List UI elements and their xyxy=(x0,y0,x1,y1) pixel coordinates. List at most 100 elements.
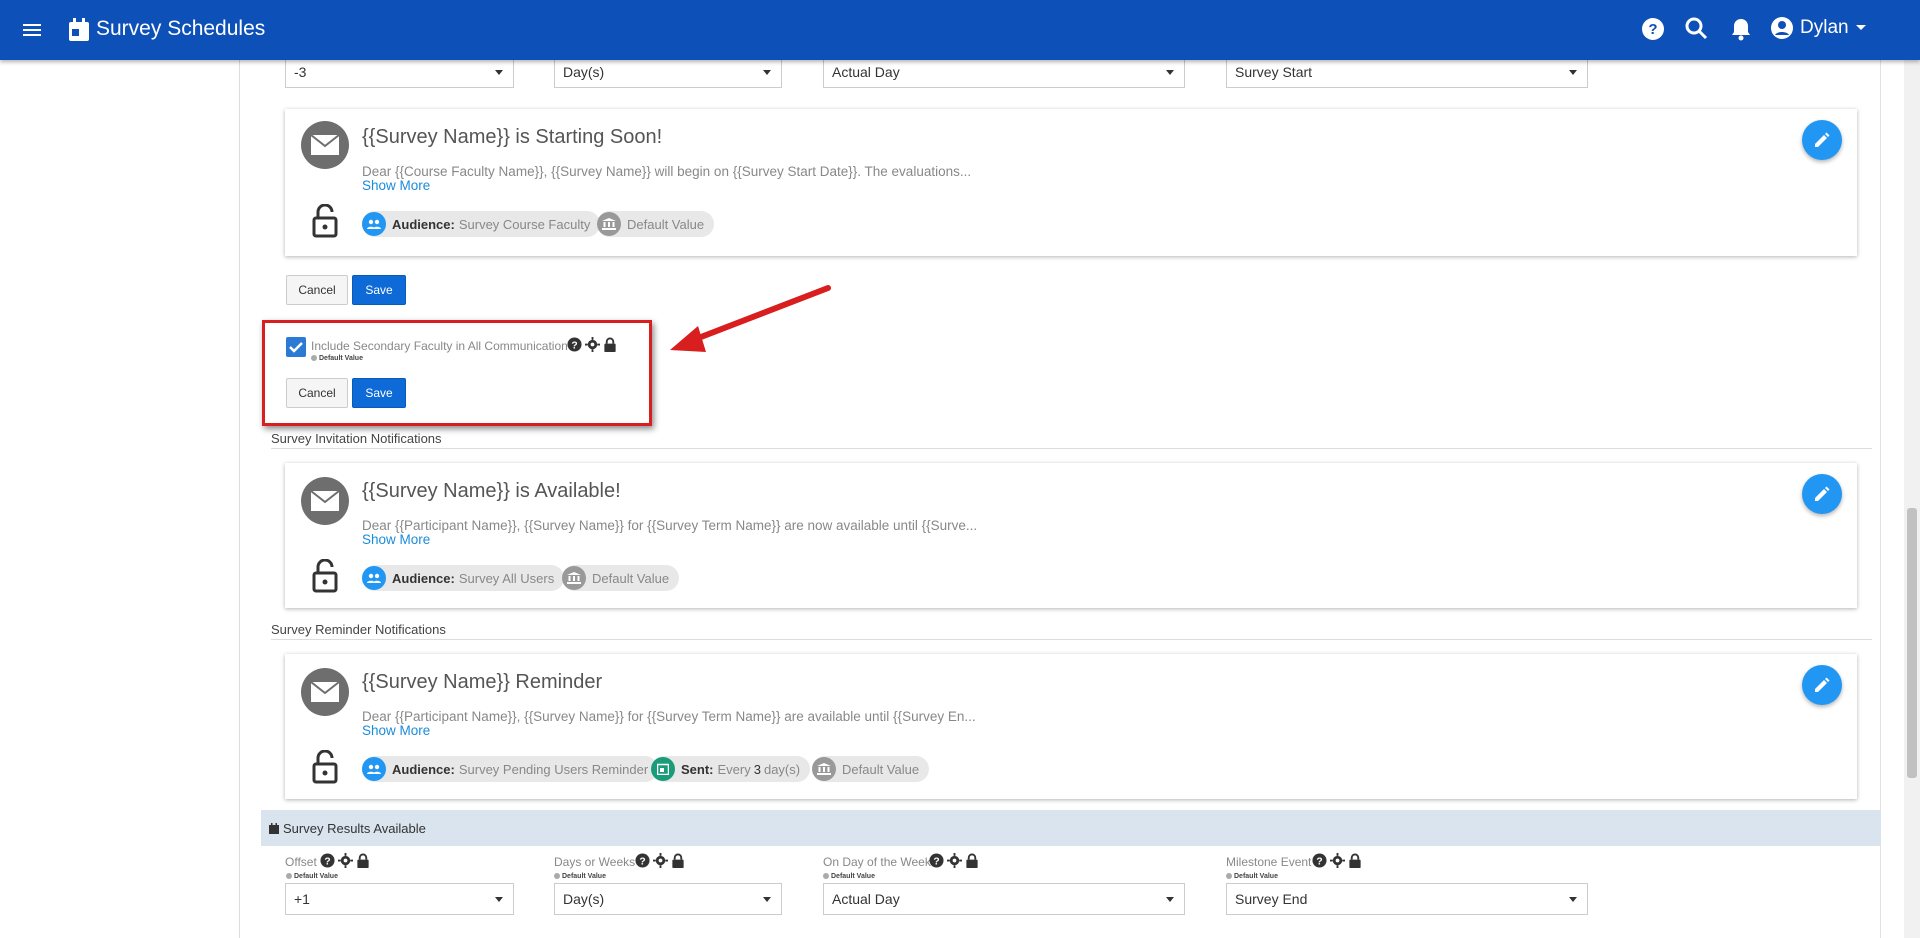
default-value-note: Default Value xyxy=(311,355,363,362)
milestone-select[interactable]: Survey End xyxy=(1226,883,1588,915)
right-margin xyxy=(1880,60,1904,938)
field-icons: ? xyxy=(635,853,685,868)
field-icons: ? xyxy=(1312,853,1362,868)
lock-icon[interactable] xyxy=(603,337,617,352)
user-name: Dylan xyxy=(1800,17,1849,38)
gear-icon[interactable] xyxy=(585,337,600,352)
audience-chip: Audience: Survey All Users xyxy=(362,565,565,591)
svg-text:?: ? xyxy=(933,856,939,867)
secondary-faculty-label: Include Secondary Faculty in All Communi… xyxy=(311,339,568,353)
svg-text:?: ? xyxy=(571,340,577,351)
card-body: Dear {{Participant Name}}, {{Survey Name… xyxy=(362,709,976,724)
milestone-label: Milestone Event xyxy=(1226,855,1312,869)
group-icon xyxy=(362,757,386,781)
default-value-chip: Default Value xyxy=(562,565,680,591)
default-value-note: Default Value xyxy=(286,873,338,880)
section-heading-invitation: Survey Invitation Notifications xyxy=(271,431,442,446)
field-icons: ? xyxy=(567,337,617,352)
scrollbar-thumb[interactable] xyxy=(1907,508,1917,778)
default-value-note: Default Value xyxy=(823,873,875,880)
pencil-icon xyxy=(1815,677,1830,692)
notification-card-invitation: {{Survey Name}} is Available! Dear {{Par… xyxy=(285,463,1857,608)
show-more-link[interactable]: Show More xyxy=(362,532,430,547)
milestone-select[interactable]: Survey Start xyxy=(1226,56,1588,88)
calendar-icon xyxy=(69,18,89,41)
secondary-faculty-checkbox[interactable] xyxy=(286,337,306,357)
lock-icon[interactable] xyxy=(356,853,370,868)
section-heading-reminder: Survey Reminder Notifications xyxy=(271,622,446,637)
day-of-week-select[interactable]: Actual Day xyxy=(823,56,1185,88)
day-of-week-label: On Day of the Week xyxy=(823,855,931,869)
gear-icon[interactable] xyxy=(653,853,668,868)
audience-chip: Audience: Survey Pending Users Reminder xyxy=(362,756,659,782)
page-title: Survey Schedules xyxy=(96,17,266,40)
scrollbar-track[interactable] xyxy=(1904,60,1920,938)
days-or-weeks-label: Days or Weeks xyxy=(554,855,636,869)
save-button[interactable]: Save xyxy=(352,275,406,305)
cancel-button[interactable]: Cancel xyxy=(286,378,348,408)
card-body: Dear {{Participant Name}}, {{Survey Name… xyxy=(362,518,978,533)
lock-icon[interactable] xyxy=(1348,853,1362,868)
help-icon[interactable]: ? xyxy=(929,853,944,868)
offset-label: Offset xyxy=(285,855,317,869)
edit-button[interactable] xyxy=(1802,665,1842,705)
mail-icon xyxy=(301,121,349,169)
show-more-link[interactable]: Show More xyxy=(362,178,430,193)
gear-icon[interactable] xyxy=(338,853,353,868)
unlock-icon[interactable] xyxy=(312,750,338,784)
sidebar xyxy=(0,60,240,938)
cancel-button[interactable]: Cancel xyxy=(286,275,348,305)
institution-icon xyxy=(812,757,836,781)
days-or-weeks-select[interactable]: Day(s) xyxy=(554,56,782,88)
help-icon[interactable]: ? xyxy=(567,337,582,352)
days-or-weeks-select[interactable]: Day(s) xyxy=(554,883,782,915)
institution-icon xyxy=(597,212,621,236)
user-menu[interactable]: Dylan xyxy=(1770,16,1867,40)
account-icon xyxy=(1771,17,1793,39)
card-body: Dear {{Course Faculty Name}}, {{Survey N… xyxy=(362,164,972,179)
default-value-chip: Default Value xyxy=(597,211,715,237)
section-heading-results: Survey Results Available xyxy=(261,810,1881,846)
lock-icon[interactable] xyxy=(671,853,685,868)
check-icon xyxy=(289,342,303,353)
mail-icon xyxy=(301,668,349,716)
svg-text:?: ? xyxy=(1316,856,1322,867)
show-more-link[interactable]: Show More xyxy=(362,723,430,738)
group-icon xyxy=(362,212,386,236)
pencil-icon xyxy=(1815,132,1830,147)
help-icon[interactable]: ? xyxy=(1640,16,1666,42)
offset-select[interactable]: +1 xyxy=(285,883,514,915)
calendar-icon xyxy=(269,822,279,834)
search-icon[interactable] xyxy=(1684,16,1710,42)
card-title: {{Survey Name}} is Available! xyxy=(362,480,621,502)
app-header: Survey Schedules ? Dylan xyxy=(0,0,1920,60)
card-title: {{Survey Name}} Reminder xyxy=(362,671,603,693)
edit-button[interactable] xyxy=(1802,120,1842,160)
divider xyxy=(271,448,1872,449)
help-icon[interactable]: ? xyxy=(320,853,335,868)
card-title: {{Survey Name}} is Starting Soon! xyxy=(362,126,663,148)
unlock-icon[interactable] xyxy=(312,559,338,593)
gear-icon[interactable] xyxy=(1330,853,1345,868)
help-icon[interactable]: ? xyxy=(635,853,650,868)
default-value-note: Default Value xyxy=(1226,873,1278,880)
sent-chip: Sent: Every 3 day(s) xyxy=(651,756,811,782)
lock-icon[interactable] xyxy=(965,853,979,868)
menu-icon[interactable] xyxy=(20,18,44,42)
audience-chip: Audience: Survey Course Faculty xyxy=(362,211,601,237)
field-icons: ? xyxy=(929,853,979,868)
help-icon[interactable]: ? xyxy=(1312,853,1327,868)
save-button[interactable]: Save xyxy=(352,378,406,408)
day-of-week-select[interactable]: Actual Day xyxy=(823,883,1185,915)
group-icon xyxy=(362,566,386,590)
chevron-down-icon xyxy=(1855,25,1866,30)
notification-card-reminder: {{Survey Name}} Reminder Dear {{Particip… xyxy=(285,654,1857,799)
results-heading-text: Survey Results Available xyxy=(283,820,426,836)
svg-text:?: ? xyxy=(324,856,330,867)
bell-icon[interactable] xyxy=(1728,16,1754,42)
gear-icon[interactable] xyxy=(947,853,962,868)
unlock-icon[interactable] xyxy=(312,204,338,238)
offset-select[interactable]: -3 xyxy=(285,56,514,88)
default-value-note: Default Value xyxy=(554,873,606,880)
edit-button[interactable] xyxy=(1802,474,1842,514)
